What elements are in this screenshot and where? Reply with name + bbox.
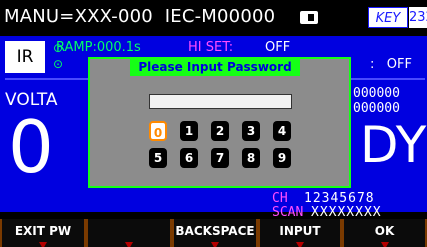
key-4[interactable]: 4: [273, 121, 291, 141]
input-button[interactable]: INPUT: [258, 219, 342, 247]
scan-label: SCAN: [272, 205, 304, 220]
key-3[interactable]: 3: [242, 121, 260, 141]
readout-line-1: 000000: [353, 86, 400, 101]
key-6[interactable]: 6: [180, 148, 198, 168]
ok-button[interactable]: OK: [342, 219, 427, 247]
title-text: MANU=XXX-000 IEC-M00000: [4, 6, 276, 27]
channel-label: CH: [272, 191, 296, 206]
backspace-button[interactable]: BACKSPACE: [172, 219, 258, 247]
scan-digits: XXXXXXXX: [311, 205, 382, 220]
key-8[interactable]: 8: [242, 148, 260, 168]
channel-digits: 12345678: [304, 191, 375, 206]
softkey-2-button[interactable]: [86, 219, 172, 247]
hi-set-label: HI SET:: [188, 40, 234, 55]
key-9[interactable]: 9: [273, 148, 291, 168]
memory-icon: [300, 11, 318, 24]
password-field[interactable]: [149, 94, 292, 109]
exit-password-button[interactable]: EXIT PW: [0, 219, 86, 247]
key-5[interactable]: 5: [149, 148, 167, 168]
key-1[interactable]: 1: [180, 121, 198, 141]
lo-set-value: : OFF: [370, 57, 412, 72]
key-lock-badge: KEY: [368, 7, 408, 28]
status-text: DY: [360, 116, 427, 174]
ramp-text: RAMP:000.1s: [56, 40, 141, 55]
hi-set-value: OFF: [265, 40, 291, 55]
timer-icon: ⊙: [53, 57, 64, 71]
dialog-title: Please Input Password: [130, 58, 300, 76]
interface-badge: 232: [409, 7, 427, 28]
key-7[interactable]: 7: [211, 148, 229, 168]
instrument-screen: MANU=XXX-000 IEC-M00000 KEY 232 IR ⊙ RAM…: [0, 0, 427, 247]
main-reading: 0: [8, 105, 54, 189]
mode-indicator: IR: [5, 41, 45, 73]
key-0[interactable]: 0: [149, 121, 167, 141]
key-2[interactable]: 2: [211, 121, 229, 141]
